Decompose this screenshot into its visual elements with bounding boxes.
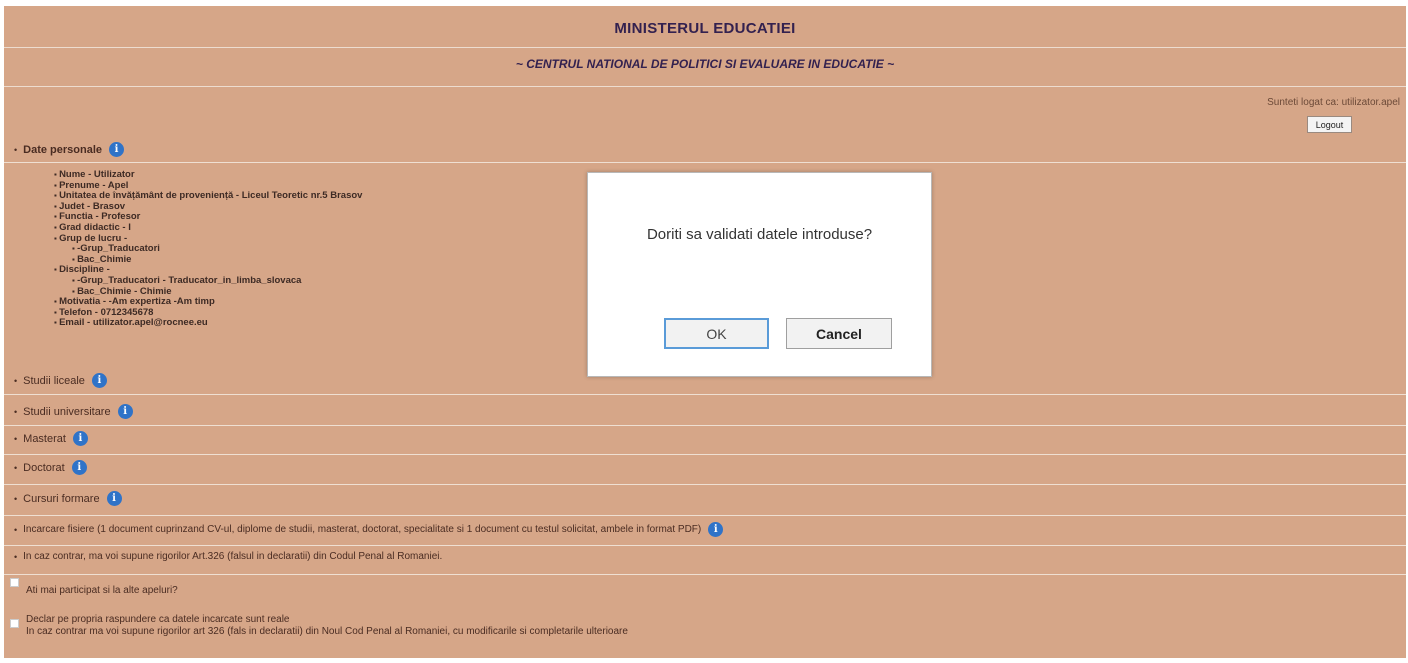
section-incarcare-fisiere[interactable]: • Incarcare fisiere (1 document cuprinza… xyxy=(14,522,724,537)
section-label: Cursuri formare xyxy=(23,492,100,505)
section-masterat[interactable]: • Masterat i xyxy=(14,431,88,446)
logged-in-status: Sunteti logat ca: utilizator.apel xyxy=(1267,97,1400,108)
ministry-title: MINISTERUL EDUCATIEI xyxy=(614,20,796,37)
participat-checkbox[interactable] xyxy=(10,578,19,587)
header-divider xyxy=(4,47,1406,48)
info-icon[interactable]: i xyxy=(109,142,125,157)
section-label: Doctorat xyxy=(23,461,65,474)
header-divider-bottom xyxy=(4,86,1406,87)
field-email: Email - utilizator.apel@rocnee.eu xyxy=(54,318,362,329)
ministry-subtitle: ~ CENTRUL NATIONAL DE POLITICI SI EVALUA… xyxy=(515,57,895,71)
info-icon[interactable]: i xyxy=(71,460,87,475)
section-label: Incarcare fisiere (1 document cuprinzand… xyxy=(23,524,702,535)
grup-label: Grup de lucru - xyxy=(59,232,128,244)
field-discipline: Discipline - -Grup_Traducatori - Traduca… xyxy=(54,265,362,297)
personal-details-list: Nume - Utilizator Prenume - Apel Unitate… xyxy=(44,169,362,329)
discipline-label: Discipline - xyxy=(59,264,110,276)
bullet-icon: • xyxy=(14,551,18,562)
field-nume: Nume - Utilizator xyxy=(54,169,362,181)
section-divider xyxy=(4,515,1406,516)
cancel-button[interactable]: Cancel xyxy=(786,318,892,349)
section-divider xyxy=(4,574,1406,575)
bullet-icon: • xyxy=(14,144,18,155)
section-divider xyxy=(4,484,1406,485)
section-studii-liceale[interactable]: • Studii liceale i xyxy=(14,373,107,388)
notice-art-326: • In caz contrar, ma voi supune rigorilo… xyxy=(14,551,442,562)
info-icon[interactable]: i xyxy=(91,373,107,388)
logout-button[interactable]: Logout xyxy=(1307,116,1352,133)
ok-button[interactable]: OK xyxy=(664,318,769,349)
section-divider xyxy=(4,425,1406,426)
section-label: Studii liceale xyxy=(23,374,85,387)
info-icon[interactable]: i xyxy=(708,522,724,537)
bullet-icon: • xyxy=(14,375,18,386)
bullet-icon: • xyxy=(14,493,18,504)
declar-checkbox[interactable] xyxy=(10,619,19,628)
info-icon[interactable]: i xyxy=(117,404,133,419)
notice-text: In caz contrar, ma voi supune rigorilor … xyxy=(23,551,443,562)
info-icon[interactable]: i xyxy=(72,431,88,446)
grup-item: Bac_Chimie xyxy=(72,254,362,266)
section-date-personale[interactable]: • Date personale i xyxy=(14,142,125,157)
discipline-item: -Grup_Traducatori - Traducator_in_limba_… xyxy=(72,275,362,287)
section-label: Studii universitare xyxy=(23,405,111,418)
bullet-icon: • xyxy=(14,433,18,444)
section-label: Date personale xyxy=(23,143,103,156)
dialog-message: Doriti sa validati datele introduse? xyxy=(646,226,873,243)
section-divider xyxy=(4,545,1406,546)
info-icon[interactable]: i xyxy=(106,491,122,506)
bullet-icon: • xyxy=(14,406,18,417)
section-divider xyxy=(4,162,1406,163)
section-divider xyxy=(4,454,1406,455)
confirm-dialog: Doriti sa validati datele introduse? OK … xyxy=(587,172,932,377)
bullet-icon: • xyxy=(14,524,18,535)
field-grup: Grup de lucru - -Grup_Traducatori Bac_Ch… xyxy=(54,232,362,266)
section-studii-universitare[interactable]: • Studii universitare i xyxy=(14,404,133,419)
section-divider xyxy=(4,394,1406,395)
declar-line-1: Declar pe propria raspundere ca datele i… xyxy=(26,614,290,625)
section-label: Masterat xyxy=(23,432,66,445)
declar-line-2: In caz contrar ma voi supune rigorilor a… xyxy=(26,626,628,637)
section-cursuri-formare[interactable]: • Cursuri formare i xyxy=(14,491,122,506)
section-doctorat[interactable]: • Doctorat i xyxy=(14,460,87,475)
bullet-icon: • xyxy=(14,462,18,473)
participat-question: Ati mai participat si la alte apeluri? xyxy=(26,585,178,596)
